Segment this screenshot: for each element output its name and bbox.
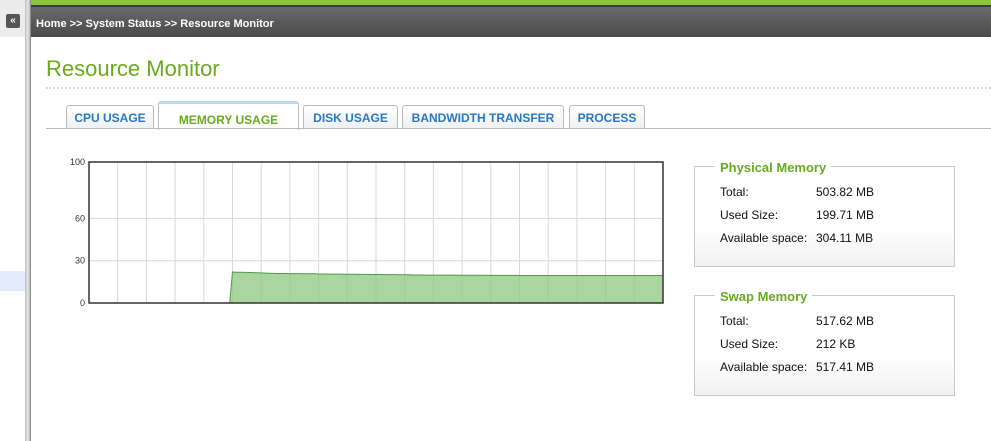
- collapse-sidebar-button[interactable]: «: [6, 14, 20, 28]
- tab-bandwidth-transfer[interactable]: BANDWIDTH TRANSFER: [402, 105, 564, 129]
- swap-used-value: 212 KB: [816, 337, 856, 351]
- swap-memory-panel: Swap Memory Total: 517.62 MB Used Size: …: [694, 289, 955, 396]
- physical-used-value: 199.71 MB: [816, 208, 875, 222]
- y-tick-label: 0: [80, 298, 85, 308]
- y-tick-label: 30: [75, 256, 85, 266]
- panel-splitter[interactable]: [25, 0, 31, 441]
- swap-available-value: 517.41 MB: [816, 360, 875, 374]
- chart-y-axis: 100 60 30 0: [70, 157, 85, 308]
- double-chevron-left-icon: «: [10, 15, 16, 26]
- swap-total-label: Total:: [720, 314, 749, 328]
- swap-available-label: Available space:: [720, 360, 808, 374]
- physical-used-label: Used Size:: [720, 208, 779, 222]
- sidebar-selected-item[interactable]: [0, 271, 25, 291]
- memory-usage-chart: 100 60 30 0: [70, 157, 664, 308]
- swap-memory-title: Swap Memory: [715, 289, 813, 304]
- y-tick-label: 100: [70, 157, 85, 167]
- header-bar: Home >> System Status >> Resource Monito…: [31, 0, 991, 37]
- physical-available-label: Available space:: [720, 231, 808, 245]
- physical-total-label: Total:: [720, 185, 749, 199]
- tab-memory-usage[interactable]: MEMORY USAGE: [158, 101, 299, 130]
- physical-memory-title: Physical Memory: [715, 160, 832, 175]
- physical-memory-panel: Physical Memory Total: 503.82 MB Used Si…: [694, 160, 955, 267]
- left-panel: «: [0, 0, 26, 441]
- page-title: Resource Monitor: [46, 56, 220, 81]
- tab-cpu-usage[interactable]: CPU USAGE: [66, 105, 154, 129]
- breadcrumb: Home >> System Status >> Resource Monito…: [36, 18, 274, 30]
- tab-process[interactable]: PROCESS: [569, 105, 645, 129]
- title-divider: [46, 87, 991, 89]
- physical-available-value: 304.11 MB: [816, 231, 874, 245]
- tab-disk-usage[interactable]: DISK USAGE: [303, 105, 398, 129]
- swap-used-label: Used Size:: [720, 337, 779, 351]
- physical-total-value: 503.82 MB: [816, 185, 875, 199]
- swap-total-value: 517.62 MB: [816, 314, 875, 328]
- y-tick-label: 60: [75, 213, 85, 223]
- tab-baseline: [46, 128, 991, 129]
